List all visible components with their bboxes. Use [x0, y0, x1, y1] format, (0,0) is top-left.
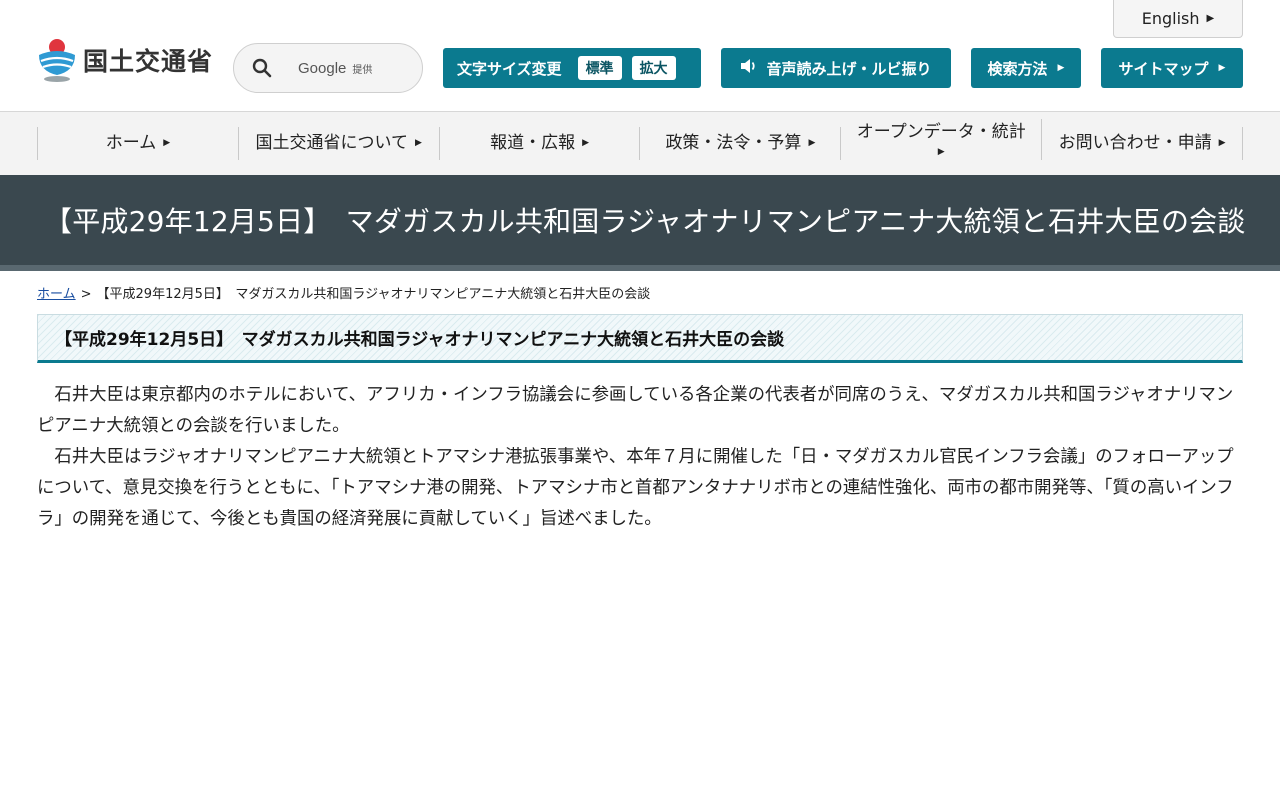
breadcrumb-home-link[interactable]: ホーム: [37, 287, 76, 302]
nav-item-opendata[interactable]: オープンデータ・統計 ▶: [841, 119, 1043, 160]
triangle-right-icon: ▶: [1057, 63, 1065, 73]
search-method-button[interactable]: 検索方法 ▶: [971, 48, 1081, 88]
global-nav: ホーム ▶ 国土交通省について ▶ 報道・広報 ▶ 政策・法令・予算 ▶ オープ…: [0, 112, 1280, 175]
nav-item-label: 国土交通省について: [255, 133, 409, 154]
banner-divider: [0, 265, 1280, 271]
nav-item-home[interactable]: ホーム ▶: [38, 127, 239, 160]
global-nav-list: ホーム ▶ 国土交通省について ▶ 報道・広報 ▶ 政策・法令・予算 ▶ オープ…: [37, 119, 1243, 160]
site-logo[interactable]: 国土交通省: [37, 36, 227, 84]
font-size-label: 文字サイズ変更: [457, 59, 562, 78]
search-method-label: 検索方法: [987, 59, 1048, 78]
nav-item-press[interactable]: 報道・広報 ▶: [440, 127, 641, 160]
triangle-right-icon: ▶: [163, 138, 171, 149]
nav-item-label: 報道・広報: [490, 133, 576, 154]
english-button[interactable]: English ▶: [1113, 0, 1243, 38]
read-aloud-label: 音声読み上げ・ルビ振り: [766, 59, 932, 78]
page-title-banner: 【平成29年12月5日】 マダガスカル共和国ラジャオナリマンピアニナ大統領と石井…: [0, 175, 1280, 265]
speaker-icon: [740, 58, 758, 78]
search-icon[interactable]: [252, 58, 272, 78]
site-header: English ▶ 国土交通省 Google 提供 文字サイズ変更 標準 拡大: [0, 0, 1280, 112]
nav-item-label: お問い合わせ・申請: [1058, 133, 1212, 154]
triangle-right-icon: ▶: [1218, 138, 1226, 149]
google-brand-label: Google: [298, 59, 347, 77]
breadcrumb-current: 【平成29年12月5日】 マダガスカル共和国ラジャオナリマンピアニナ大統領と石井…: [96, 287, 651, 302]
article-paragraph: 石井大臣は東京都内のホテルにおいて、アフリカ・インフラ協議会に参画している各企業…: [37, 385, 1234, 436]
sitemap-button[interactable]: サイトマップ ▶: [1101, 48, 1243, 88]
nav-item-label: 政策・法令・予算: [665, 133, 802, 154]
english-label: English: [1141, 9, 1200, 28]
triangle-right-icon: ▶: [1218, 63, 1226, 73]
font-size-large-button[interactable]: 拡大: [631, 56, 676, 80]
article-paragraph: 石井大臣はラジャオナリマンピアニナ大統領とトアマシナ港拡張事業や、本年７月に開催…: [37, 447, 1234, 529]
triangle-right-icon: ▶: [582, 138, 590, 149]
triangle-right-icon: ▶: [1206, 13, 1215, 24]
breadcrumb: ホーム > 【平成29年12月5日】 マダガスカル共和国ラジャオナリマンピアニナ大統…: [37, 283, 650, 302]
sitemap-label: サイトマップ: [1118, 59, 1209, 78]
nav-item-label: ホーム: [105, 133, 157, 154]
site-search-input[interactable]: Google 提供: [233, 43, 423, 93]
article-body: 石井大臣は東京都内のホテルにおいて、アフリカ・インフラ協議会に参画している各企業…: [37, 380, 1243, 535]
triangle-right-icon: ▶: [808, 138, 816, 149]
font-size-panel: 文字サイズ変更 標準 拡大: [443, 48, 701, 88]
article-heading-box: 【平成29年12月5日】 マダガスカル共和国ラジャオナリマンピアニナ大統領と石井…: [37, 314, 1243, 363]
page-title: 【平成29年12月5日】 マダガスカル共和国ラジャオナリマンピアニナ大統領と石井…: [44, 205, 1246, 238]
article-heading: 【平成29年12月5日】 マダガスカル共和国ラジャオナリマンピアニナ大統領と石井…: [55, 330, 785, 350]
nav-item-about[interactable]: 国土交通省について ▶: [239, 127, 440, 160]
nav-item-policy[interactable]: 政策・法令・予算 ▶: [640, 127, 842, 160]
logo-text: 国土交通省: [83, 47, 214, 76]
nav-item-contact[interactable]: お問い合わせ・申請 ▶: [1042, 127, 1243, 160]
search-provided-label: 提供: [352, 64, 373, 76]
mlit-logo-icon: [37, 37, 77, 83]
nav-item-label: オープンデータ・統計: [856, 121, 1026, 142]
triangle-right-icon: ▶: [415, 138, 422, 149]
breadcrumb-separator: >: [80, 287, 92, 302]
font-size-standard-button[interactable]: 標準: [577, 56, 622, 80]
triangle-right-icon: ▶: [937, 146, 945, 157]
read-aloud-button[interactable]: 音声読み上げ・ルビ振り: [721, 48, 951, 88]
